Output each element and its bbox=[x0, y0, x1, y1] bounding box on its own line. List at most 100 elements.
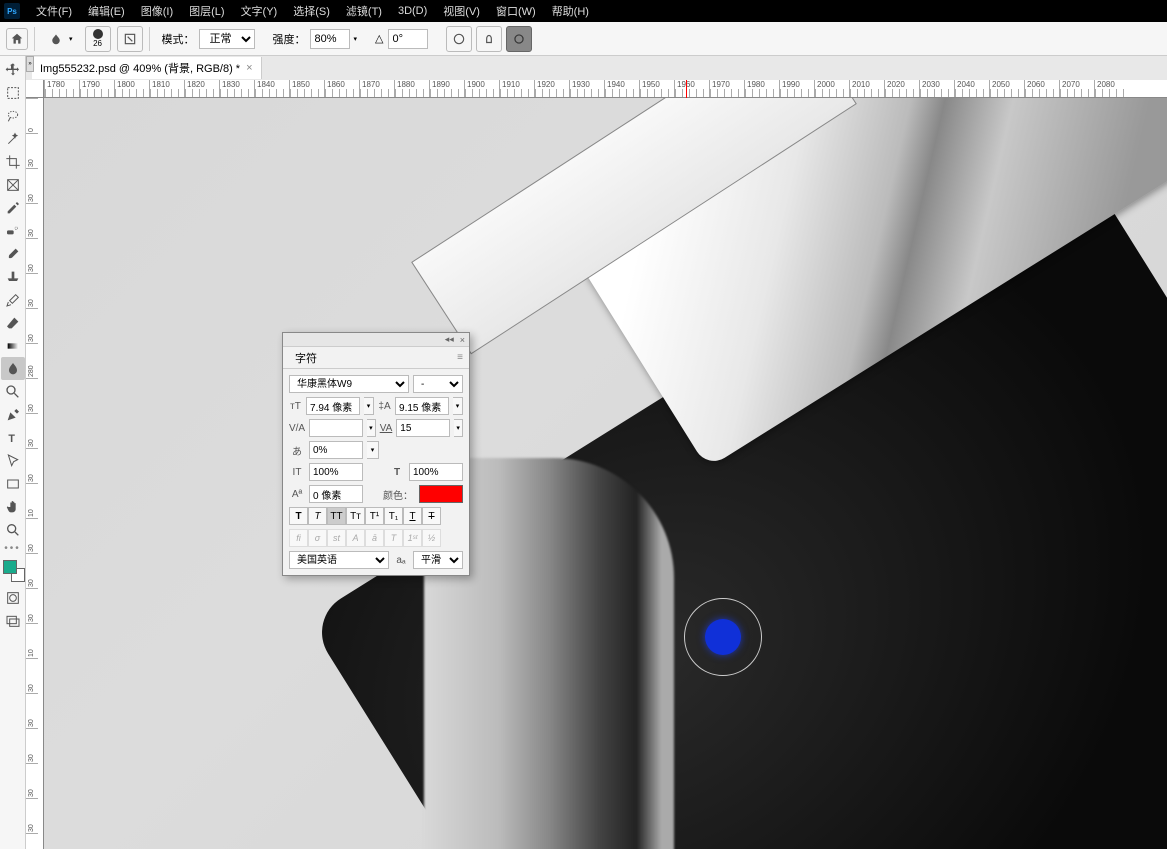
panel-collapse-handle[interactable]: » bbox=[26, 56, 34, 72]
antialiasing-select[interactable]: 平滑 bbox=[413, 551, 463, 569]
brush-panel-icon bbox=[123, 32, 137, 46]
menu-filter[interactable]: 滤镜(T) bbox=[338, 0, 390, 22]
vertical-scale-input[interactable] bbox=[309, 463, 363, 481]
finger-painting-button[interactable] bbox=[476, 26, 502, 52]
gradient-tool[interactable] bbox=[1, 334, 25, 357]
move-tool[interactable] bbox=[1, 58, 25, 81]
canvas[interactable]: 1780179018001810182018301840185018601870… bbox=[26, 80, 1167, 849]
chevron-down-icon[interactable]: ▾ bbox=[453, 397, 463, 415]
titling-button[interactable]: T bbox=[384, 529, 403, 547]
italic-button[interactable]: T bbox=[308, 507, 327, 525]
kerning-input[interactable] bbox=[309, 419, 363, 437]
collapse-icon[interactable]: ◂◂ bbox=[445, 334, 454, 345]
history-brush-tool[interactable] bbox=[1, 288, 25, 311]
bold-button[interactable]: T bbox=[289, 507, 308, 525]
home-button[interactable] bbox=[6, 28, 28, 50]
angle-input[interactable] bbox=[388, 29, 428, 49]
document-tab[interactable]: Img555232.psd @ 409% (背景, RGB/8) * × bbox=[32, 57, 262, 79]
tracking-input[interactable] bbox=[396, 419, 450, 437]
language-select[interactable]: 美国英语 bbox=[289, 551, 389, 569]
menu-layer[interactable]: 图层(L) bbox=[181, 0, 232, 22]
lasso-tool[interactable] bbox=[1, 104, 25, 127]
ruler-origin[interactable] bbox=[26, 80, 44, 98]
menu-window[interactable]: 窗口(W) bbox=[488, 0, 544, 22]
text-color-swatch[interactable] bbox=[419, 485, 463, 503]
menu-type[interactable]: 文字(Y) bbox=[233, 0, 286, 22]
pressure-icon bbox=[452, 32, 466, 46]
blend-mode-select[interactable]: 正常 bbox=[199, 29, 255, 49]
strength-input[interactable] bbox=[310, 29, 350, 49]
brush-settings-button[interactable] bbox=[117, 26, 143, 52]
chevron-down-icon[interactable]: ▾ bbox=[367, 441, 379, 459]
menu-edit[interactable]: 编辑(E) bbox=[80, 0, 133, 22]
eraser-tool[interactable] bbox=[1, 311, 25, 334]
pen-tool[interactable] bbox=[1, 403, 25, 426]
eyedropper-tool[interactable] bbox=[1, 196, 25, 219]
foreground-color[interactable] bbox=[3, 560, 17, 574]
leading-icon: ‡A bbox=[378, 398, 391, 414]
healing-brush-tool[interactable] bbox=[1, 219, 25, 242]
discretionary-button[interactable]: st bbox=[327, 529, 346, 547]
quick-mask-tool[interactable] bbox=[1, 586, 25, 609]
type-tool[interactable]: T bbox=[1, 426, 25, 449]
leading-input[interactable] bbox=[395, 397, 449, 415]
ruler-vertical[interactable]: 0303030303030280303030103030301030303030… bbox=[26, 98, 44, 849]
panel-menu-icon[interactable]: ≡ bbox=[457, 352, 463, 363]
chevron-down-icon[interactable]: ▾ bbox=[367, 419, 376, 437]
sample-all-layers-button[interactable] bbox=[506, 26, 532, 52]
brush-tool[interactable] bbox=[1, 242, 25, 265]
screen-mode-tool[interactable] bbox=[1, 609, 25, 632]
smallcaps-button[interactable]: Tᴛ bbox=[346, 507, 365, 525]
font-family-select[interactable]: 华康黑体W9 bbox=[289, 375, 409, 393]
document-tab-title: Img555232.psd @ 409% (背景, RGB/8) * bbox=[40, 60, 240, 76]
close-icon[interactable]: × bbox=[246, 62, 252, 74]
font-style-select[interactable]: - bbox=[413, 375, 463, 393]
allcaps-button[interactable]: TT bbox=[327, 507, 346, 525]
hand-tool[interactable] bbox=[1, 495, 25, 518]
close-panel-icon[interactable]: × bbox=[460, 335, 465, 345]
dodge-tool[interactable] bbox=[1, 380, 25, 403]
edit-toolbar[interactable]: ••• bbox=[1, 541, 24, 556]
fractions-button[interactable]: ½ bbox=[422, 529, 441, 547]
menu-file[interactable]: 文件(F) bbox=[28, 0, 80, 22]
menu-view[interactable]: 视图(V) bbox=[435, 0, 488, 22]
chevron-down-icon[interactable]: ▾ bbox=[454, 419, 463, 437]
ligatures-button[interactable]: fi bbox=[289, 529, 308, 547]
menu-select[interactable]: 选择(S) bbox=[285, 0, 338, 22]
contextual-button[interactable]: σ bbox=[308, 529, 327, 547]
font-size-input[interactable] bbox=[306, 397, 360, 415]
frame-tool[interactable] bbox=[1, 173, 25, 196]
marquee-tool[interactable] bbox=[1, 81, 25, 104]
clone-stamp-tool[interactable] bbox=[1, 265, 25, 288]
blur-tool[interactable] bbox=[1, 357, 25, 380]
rectangle-tool[interactable] bbox=[1, 472, 25, 495]
superscript-button[interactable]: T¹ bbox=[365, 507, 384, 525]
horizontal-scale-input[interactable] bbox=[409, 463, 463, 481]
swash-button[interactable]: A bbox=[346, 529, 365, 547]
stylistic-button[interactable]: ā bbox=[365, 529, 384, 547]
character-panel[interactable]: ◂◂ × 字符 ≡ 华康黑体W9 - тT ▾ ‡A ▾ V/A ▾ VA ▾ … bbox=[282, 332, 470, 576]
character-tab[interactable]: 字符 bbox=[289, 347, 323, 369]
chevron-down-icon[interactable]: ▾ bbox=[364, 397, 374, 415]
path-selection-tool[interactable] bbox=[1, 449, 25, 472]
ordinals-button[interactable]: 1ˢᵗ bbox=[403, 529, 422, 547]
color-swatches[interactable] bbox=[3, 560, 25, 582]
magic-wand-tool[interactable] bbox=[1, 127, 25, 150]
current-tool-icon[interactable]: ▾ bbox=[41, 30, 79, 48]
brush-preset-picker[interactable]: 26 bbox=[85, 26, 111, 52]
scale-input[interactable] bbox=[309, 441, 363, 459]
menu-image[interactable]: 图像(I) bbox=[133, 0, 181, 22]
menu-help[interactable]: 帮助(H) bbox=[544, 0, 597, 22]
underline-button[interactable]: T bbox=[403, 507, 422, 525]
pressure-size-button[interactable] bbox=[446, 26, 472, 52]
menu-3d[interactable]: 3D(D) bbox=[390, 2, 435, 20]
subscript-button[interactable]: T₁ bbox=[384, 507, 403, 525]
ruler-horizontal[interactable]: 1780179018001810182018301840185018601870… bbox=[44, 80, 1167, 98]
zoom-tool[interactable] bbox=[1, 518, 25, 541]
panel-header[interactable]: ◂◂ × bbox=[283, 333, 469, 347]
baseline-shift-input[interactable] bbox=[309, 485, 363, 503]
strikethrough-button[interactable]: T bbox=[422, 507, 441, 525]
crop-tool[interactable] bbox=[1, 150, 25, 173]
angle-icon: △ bbox=[375, 32, 383, 45]
canvas-image[interactable] bbox=[44, 98, 1167, 849]
